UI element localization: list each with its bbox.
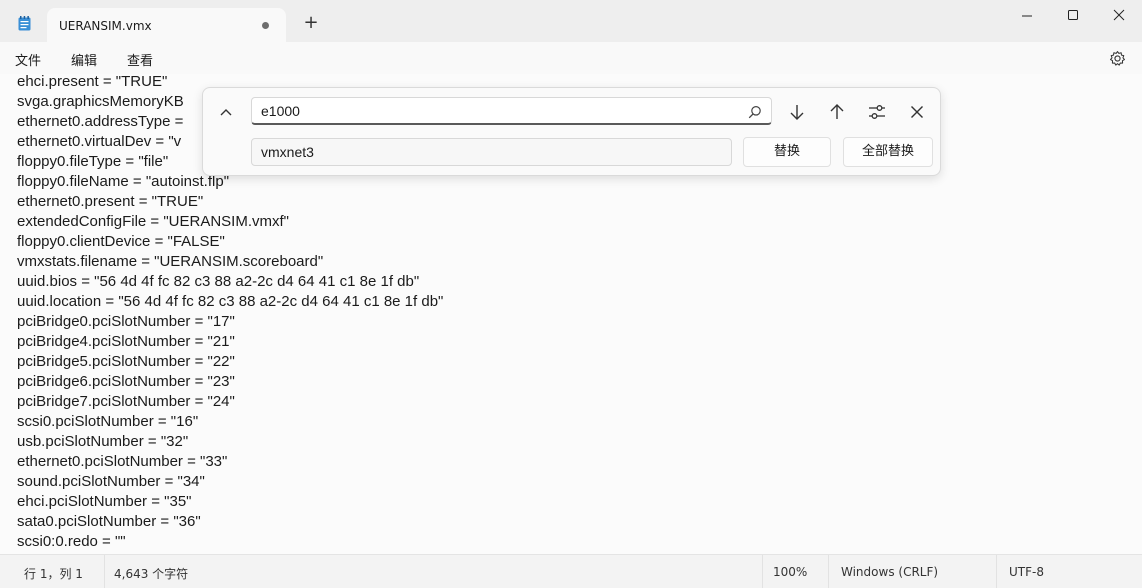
close-window-button[interactable] <box>1096 6 1142 26</box>
text-line: scsi0:0.redo = "" <box>17 533 126 550</box>
document-tab[interactable]: UERANSIM.vmx <box>47 8 286 42</box>
status-divider <box>996 555 997 588</box>
replace-all-button[interactable]: 全部替换 <box>843 137 933 167</box>
menu-view[interactable]: 查看 <box>127 50 153 69</box>
text-line: floppy0.clientDevice = "FALSE" <box>17 233 225 250</box>
zoom-level[interactable]: 100% <box>773 565 807 579</box>
status-divider <box>762 555 763 588</box>
text-line: vmxstats.filename = "UERANSIM.scoreboard… <box>17 253 324 270</box>
text-line: uuid.bios = "56 4d 4f fc 82 c3 88 a2-2c … <box>17 273 420 290</box>
new-tab-button[interactable]: + <box>302 14 320 32</box>
status-divider <box>828 555 829 588</box>
minimize-button[interactable] <box>1004 6 1050 26</box>
replace-button[interactable]: 替换 <box>743 137 831 167</box>
text-line: usb.pciSlotNumber = "32" <box>17 433 189 450</box>
encoding[interactable]: UTF-8 <box>1009 565 1044 579</box>
minimize-icon <box>1022 15 1032 17</box>
text-line: scsi0.pciSlotNumber = "16" <box>17 413 199 430</box>
text-line: pciBridge6.pciSlotNumber = "23" <box>17 373 235 390</box>
tab-title: UERANSIM.vmx <box>59 19 152 33</box>
arrow-down-icon[interactable] <box>787 102 807 122</box>
text-line: uuid.location = "56 4d 4f fc 82 c3 88 a2… <box>17 293 444 310</box>
text-line: ethernet0.present = "TRUE" <box>17 193 204 210</box>
character-count: 4,643 个字符 <box>114 567 189 581</box>
find-replace-panel: 替换 全部替换 <box>202 87 941 176</box>
text-line: pciBridge5.pciSlotNumber = "22" <box>17 353 235 370</box>
maximize-icon <box>1068 10 1078 20</box>
notepad-app-icon <box>18 16 31 31</box>
text-line: pciBridge4.pciSlotNumber = "21" <box>17 333 235 350</box>
text-line: extendedConfigFile = "UERANSIM.vmxf" <box>17 213 289 230</box>
text-line: ethernet0.pciSlotNumber = "33" <box>17 453 228 470</box>
search-icon[interactable] <box>748 105 762 119</box>
text-line: pciBridge0.pciSlotNumber = "17" <box>17 313 235 330</box>
close-icon <box>1113 9 1125 21</box>
status-divider <box>104 555 105 588</box>
text-line: sound.pciSlotNumber = "34" <box>17 473 205 490</box>
replace-input[interactable] <box>251 138 732 166</box>
maximize-button[interactable] <box>1050 6 1096 26</box>
arrow-up-icon[interactable] <box>827 102 847 122</box>
cursor-position: 行 1，列 1 <box>24 567 83 581</box>
menu-file[interactable]: 文件 <box>15 50 41 69</box>
options-sliders-icon[interactable] <box>867 102 887 122</box>
chevron-up-icon[interactable] <box>217 104 235 122</box>
menu-edit[interactable]: 编辑 <box>71 50 97 69</box>
line-ending[interactable]: Windows (CRLF) <box>841 565 938 579</box>
text-line: pciBridge7.pciSlotNumber = "24" <box>17 393 235 410</box>
text-line: ehci.pciSlotNumber = "35" <box>17 493 192 510</box>
close-panel-icon[interactable] <box>907 102 927 122</box>
unsaved-indicator-icon[interactable] <box>262 22 269 29</box>
text-line: sata0.pciSlotNumber = "36" <box>17 513 201 530</box>
find-input[interactable] <box>251 97 772 125</box>
status-bar: 行 1，列 1 4,643 个字符 100% Windows (CRLF) UT… <box>0 554 1142 588</box>
menu-bar: 文件 编辑 查看 <box>0 42 1142 75</box>
gear-icon[interactable] <box>1109 50 1126 67</box>
title-bar: UERANSIM.vmx + <box>0 0 1142 42</box>
